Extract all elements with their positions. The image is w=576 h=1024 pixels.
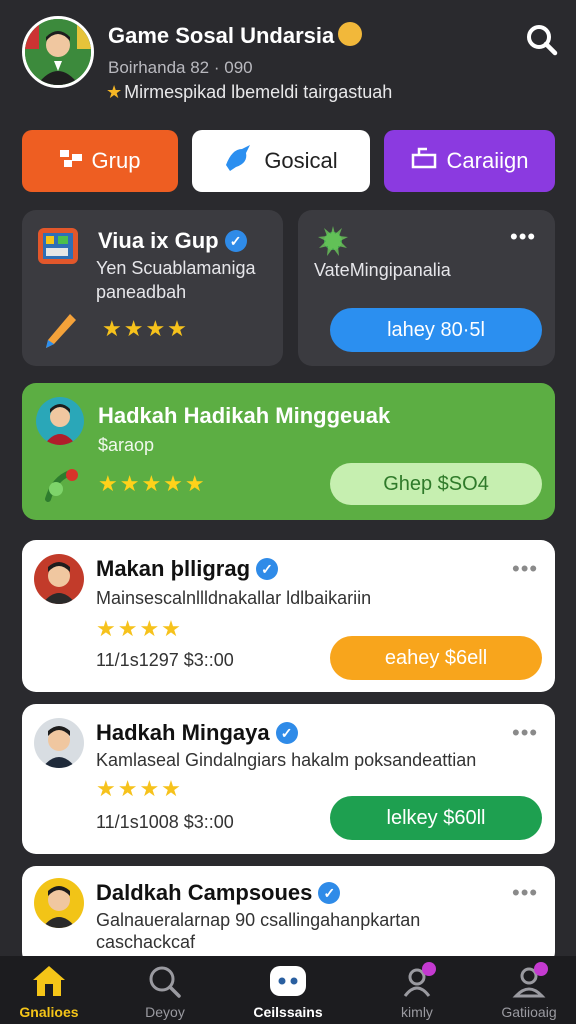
- post-author: Hadkah Mingaya ✓: [96, 720, 298, 746]
- post-rating-stars: ★★★★: [96, 616, 183, 641]
- nav-label-search: Deyoy: [145, 1004, 185, 1020]
- header-status: ★ Mirmespikad lbemeldi tairgastuah: [106, 82, 392, 103]
- post-author: Makan þlligrag ✓: [96, 556, 279, 582]
- group-title: Viua ix Gup ✓: [98, 228, 247, 254]
- verified-icon: ✓: [256, 558, 279, 580]
- post-author: Daldkah Campsoues ✓: [96, 880, 341, 906]
- featured-avatar: [36, 397, 84, 445]
- tab-grup[interactable]: Grup: [22, 130, 178, 192]
- post-meta: 11/1s1297 $3::00: [96, 650, 234, 670]
- ball-icon: [44, 467, 80, 503]
- activity-card[interactable]: ••• VateMingipanalia lahey 80·5l: [298, 210, 555, 366]
- header-title-text: Game Sosal Undarsia: [108, 23, 335, 48]
- app-header: Game Sosal Undarsia Boirhanda 82 · 090 ★…: [0, 0, 576, 120]
- more-options-icon[interactable]: •••: [512, 556, 538, 582]
- verified-icon: ✓: [224, 230, 247, 252]
- post-author-name: Makan þlligrag: [96, 556, 251, 581]
- chat-bubble-icon: [270, 964, 306, 998]
- profile-avatar[interactable]: [22, 16, 94, 88]
- search-icon: [527, 25, 558, 56]
- group-card[interactable]: Viua ix Gup ✓ Yen Scuablamaniga paneadbah…: [22, 210, 283, 366]
- group-description-line1: Yen Scuablamaniga: [96, 258, 256, 278]
- tab-grup-label: Grup: [91, 148, 141, 173]
- nav-item-search[interactable]: Deyoy: [110, 956, 220, 1024]
- post-avatar: [34, 878, 84, 928]
- notification-badge: [422, 962, 436, 976]
- campaign-icon: [411, 147, 437, 175]
- featured-rating-stars: ★★★★★: [98, 471, 207, 496]
- tab-social[interactable]: Gosical: [192, 130, 370, 192]
- nav-item-home[interactable]: Gnalioes: [0, 956, 104, 1024]
- verified-icon: ✓: [275, 722, 298, 744]
- tab-campaign-label: Caraiign: [446, 148, 529, 173]
- more-options-icon[interactable]: •••: [512, 720, 538, 746]
- nav-label-chat: Ceilssains: [253, 1004, 323, 1020]
- bottom-navigation: Gnalioes Deyoy Ceilssains kimly Gatiioai…: [0, 956, 576, 1024]
- search-icon: [147, 964, 183, 998]
- featured-button[interactable]: Ghep $SO4: [330, 463, 542, 505]
- post-action-button[interactable]: eahey $6ell: [330, 636, 542, 680]
- search-button[interactable]: [522, 20, 562, 60]
- more-options-icon[interactable]: •••: [510, 224, 536, 250]
- post-meta: 11/1s1008 $3::00: [96, 812, 234, 832]
- post-author-name: Hadkah Mingaya: [96, 720, 270, 745]
- header-subtitle: Boirhanda 82 · 090: [108, 58, 253, 77]
- notification-badge: [534, 962, 548, 976]
- featured-title: Hadkah Hadikah Minggeuak: [98, 403, 391, 428]
- group-description-line2: paneadbah: [96, 282, 187, 302]
- header-status-text: Mirmespikad lbemeldi tairgastuah: [124, 82, 393, 102]
- featured-card[interactable]: Hadkah Hadikah Minggeuak $araop ★★★★★ Gh…: [22, 383, 555, 520]
- post-text-line2: caschackcaf: [96, 932, 196, 952]
- header-title: Game Sosal Undarsia: [108, 22, 363, 49]
- post-avatar: [34, 718, 84, 768]
- group-title-text: Viua ix Gup: [98, 228, 219, 253]
- nav-item-chat[interactable]: Ceilssains: [233, 956, 343, 1024]
- grid-icon: [59, 148, 82, 174]
- bird-icon: [224, 145, 254, 177]
- tab-social-label: Gosical: [264, 148, 338, 173]
- nav-label-profile: Gatiioaig: [501, 1004, 557, 1020]
- post-rating-stars: ★★★★: [96, 776, 183, 801]
- post-card[interactable]: Hadkah Mingaya ✓ ••• Kamlaseal Gindalngia…: [22, 704, 555, 854]
- activity-label: VateMingipanalia: [314, 260, 451, 280]
- pencil-icon: [44, 312, 78, 350]
- post-avatar: [34, 554, 84, 604]
- nav-label-home: Gnalioes: [19, 1004, 79, 1020]
- post-card[interactable]: Daldkah Campsoues ✓ ••• Galnaueralarnap 9…: [22, 866, 555, 966]
- post-action-button[interactable]: lelkey $60ll: [330, 796, 542, 840]
- game-board-icon: [38, 224, 78, 266]
- post-text: Kamlaseal Gindalngiars hakalm poksandeat…: [96, 750, 477, 770]
- group-rating-stars: ★★★★: [102, 316, 189, 341]
- featured-subtitle: $araop: [98, 435, 155, 455]
- splash-icon: [316, 224, 350, 258]
- post-text: Mainsescalnllldnakallar ldlbaikariin: [96, 588, 372, 608]
- nav-label-activity: kimly: [401, 1004, 433, 1020]
- nav-item-profile[interactable]: Gatiioaig: [474, 956, 576, 1024]
- verified-icon: ✓: [318, 882, 341, 904]
- nav-item-activity[interactable]: kimly: [362, 956, 472, 1024]
- star-icon: ★: [106, 82, 123, 102]
- home-icon: [31, 964, 67, 998]
- more-options-icon[interactable]: •••: [512, 880, 538, 906]
- post-text-line1: Galnaueralarnap 90 csallingahanpkartan: [96, 910, 421, 930]
- smile-emoji-icon: [338, 22, 363, 46]
- post-author-name: Daldkah Campsoues: [96, 880, 313, 905]
- post-card[interactable]: Makan þlligrag ✓ ••• Mainsescalnllldnakal…: [22, 540, 555, 692]
- tab-campaign[interactable]: Caraiign: [384, 130, 555, 192]
- activity-button[interactable]: lahey 80·5l: [330, 308, 542, 352]
